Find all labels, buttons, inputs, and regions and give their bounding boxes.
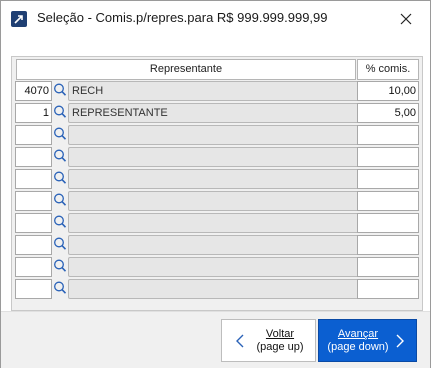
selection-window: Seleção - Comis.p/repres.para R$ 999.999… <box>0 0 431 368</box>
rep-code-input[interactable]: 4070 <box>15 81 52 101</box>
commission-input[interactable] <box>357 257 419 277</box>
rep-code-input[interactable] <box>15 125 52 145</box>
rep-code-input[interactable] <box>15 279 52 299</box>
next-button[interactable]: Avançar (page down) <box>318 319 417 362</box>
rep-code-input[interactable] <box>15 169 52 189</box>
rep-name-field <box>68 169 359 189</box>
search-icon[interactable] <box>52 126 68 142</box>
rep-name-field <box>68 213 359 233</box>
commission-input[interactable] <box>357 235 419 255</box>
table-row: 1 REPRESENTANTE 5,00 <box>12 103 422 123</box>
search-icon[interactable] <box>52 170 68 186</box>
rep-code-input[interactable] <box>15 213 52 233</box>
commission-input[interactable] <box>357 279 419 299</box>
header-commission: % comis. <box>357 59 419 80</box>
search-icon[interactable] <box>52 192 68 208</box>
rep-name-field <box>68 125 359 145</box>
close-icon <box>400 13 412 25</box>
commission-input[interactable] <box>357 213 419 233</box>
rep-name-field: RECH <box>68 81 359 101</box>
table-row <box>12 257 422 277</box>
rep-code-input[interactable] <box>15 147 52 167</box>
commission-input[interactable] <box>357 169 419 189</box>
back-button-hint: (page up) <box>256 341 304 353</box>
rep-name-field <box>68 147 359 167</box>
rep-name-field <box>68 279 359 299</box>
chevron-right-icon <box>396 334 404 348</box>
table-row <box>12 213 422 233</box>
chevron-left-icon <box>236 334 244 348</box>
table-row <box>12 279 422 299</box>
back-button[interactable]: Voltar (page up) <box>221 319 316 362</box>
commission-input[interactable]: 5,00 <box>357 103 419 123</box>
table-row <box>12 191 422 211</box>
search-icon[interactable] <box>52 236 68 252</box>
rep-code-input[interactable] <box>15 235 52 255</box>
rep-code-input[interactable]: 1 <box>15 103 52 123</box>
next-button-label: Avançar <box>337 328 379 340</box>
commission-input[interactable] <box>357 125 419 145</box>
search-icon[interactable] <box>52 258 68 274</box>
app-shortcut-icon <box>11 11 27 27</box>
close-button[interactable] <box>393 7 419 31</box>
window-title: Seleção - Comis.p/repres.para R$ 999.999… <box>37 10 328 25</box>
commission-input[interactable] <box>357 191 419 211</box>
search-icon[interactable] <box>52 82 68 98</box>
commission-input[interactable] <box>357 147 419 167</box>
rep-name-field <box>68 235 359 255</box>
table-row <box>12 235 422 255</box>
back-button-label: Voltar <box>265 328 295 340</box>
rep-name-field <box>68 257 359 277</box>
search-icon[interactable] <box>52 214 68 230</box>
table-row <box>12 169 422 189</box>
representatives-grid: Representante % comis. 4070 RECH 10,00 1 REP… <box>11 56 423 311</box>
commission-input[interactable]: 10,00 <box>357 81 419 101</box>
title-bar: Seleção - Comis.p/repres.para R$ 999.999… <box>1 1 430 35</box>
rep-name-field: REPRESENTANTE <box>68 103 359 123</box>
search-icon[interactable] <box>52 148 68 164</box>
next-button-hint: (page down) <box>327 341 389 353</box>
rep-code-input[interactable] <box>15 257 52 277</box>
table-row: 4070 RECH 10,00 <box>12 81 422 101</box>
rep-code-input[interactable] <box>15 191 52 211</box>
table-row <box>12 125 422 145</box>
header-representative: Representante <box>16 59 356 80</box>
search-icon[interactable] <box>52 104 68 120</box>
table-row <box>12 147 422 167</box>
rep-name-field <box>68 191 359 211</box>
search-icon[interactable] <box>52 280 68 296</box>
